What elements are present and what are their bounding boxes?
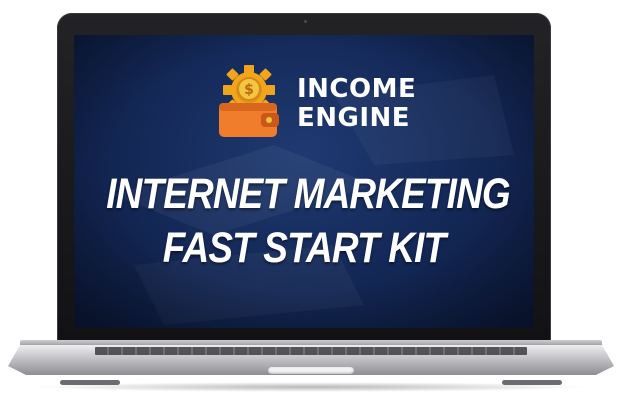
laptop-mockup: $ INCOME ENGINE INTERNET MARKETING FAST … (0, 0, 622, 401)
webcam (304, 20, 307, 23)
brand-line-1: INCOME (297, 74, 417, 104)
title-line-1: INTERNET MARKETING (106, 170, 510, 218)
title-line-2: FAST START KIT (162, 224, 446, 272)
laptop-screen: $ INCOME ENGINE INTERNET MARKETING FAST … (74, 35, 534, 328)
trackpad-notch (268, 367, 354, 374)
brand-line-2: ENGINE (297, 103, 411, 133)
laptop-foot-right (502, 380, 562, 385)
product-title: INTERNET MARKETING FAST START KIT (106, 167, 510, 275)
svg-text:$: $ (244, 82, 254, 98)
laptop-foot-left (60, 380, 120, 385)
income-engine-logo: $ INCOME ENGINE (217, 63, 437, 141)
brand-name: INCOME ENGINE (297, 75, 457, 133)
keyboard-edge (95, 347, 527, 355)
wallet-icon (219, 103, 279, 137)
laptop-lid: $ INCOME ENGINE INTERNET MARKETING FAST … (57, 13, 551, 343)
dollar-coin-icon: $ (237, 77, 261, 101)
